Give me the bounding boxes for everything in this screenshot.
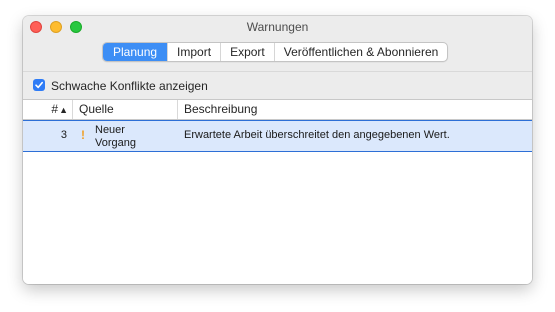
show-weak-conflicts-label[interactable]: Schwache Konflikte anzeigen [51,79,208,93]
sort-ascending-icon: ▲ [59,105,68,115]
tab-export[interactable]: Export [220,43,274,61]
warnings-window: Warnungen Planung Import Export Veröffen… [23,16,532,284]
column-number-label: # [51,102,59,116]
toolbar: Planung Import Export Veröffentlichen & … [23,38,532,71]
tab-publish-subscribe[interactable]: Veröffentlichen & Abonnieren [273,43,448,61]
table-row[interactable]: 3 ! Neuer Vorgang Erwartete Arbeit übers… [23,120,532,152]
row-description: Erwartete Arbeit überschreitet den angeg… [184,129,450,141]
warnings-table: 3 ! Neuer Vorgang Erwartete Arbeit übers… [23,120,532,284]
category-segmented-control: Planung Import Export Veröffentlichen & … [102,42,449,62]
tab-import[interactable]: Import [167,43,220,61]
column-header-number[interactable]: #▲ [23,100,73,119]
options-bar: Schwache Konflikte anzeigen [23,71,532,99]
tab-planung[interactable]: Planung [103,43,168,61]
table-header: #▲ Quelle Beschreibung [23,99,532,120]
window-title: Warnungen [246,20,309,34]
row-number: 3 [60,129,67,141]
checkmark-icon [35,81,43,89]
row-source: Neuer Vorgang [95,124,136,149]
title-bar[interactable]: Warnungen [23,16,532,38]
warning-icon: ! [81,128,85,142]
show-weak-conflicts-checkbox[interactable] [33,79,45,91]
column-header-source[interactable]: Quelle [73,100,178,119]
column-header-description[interactable]: Beschreibung [178,100,532,119]
